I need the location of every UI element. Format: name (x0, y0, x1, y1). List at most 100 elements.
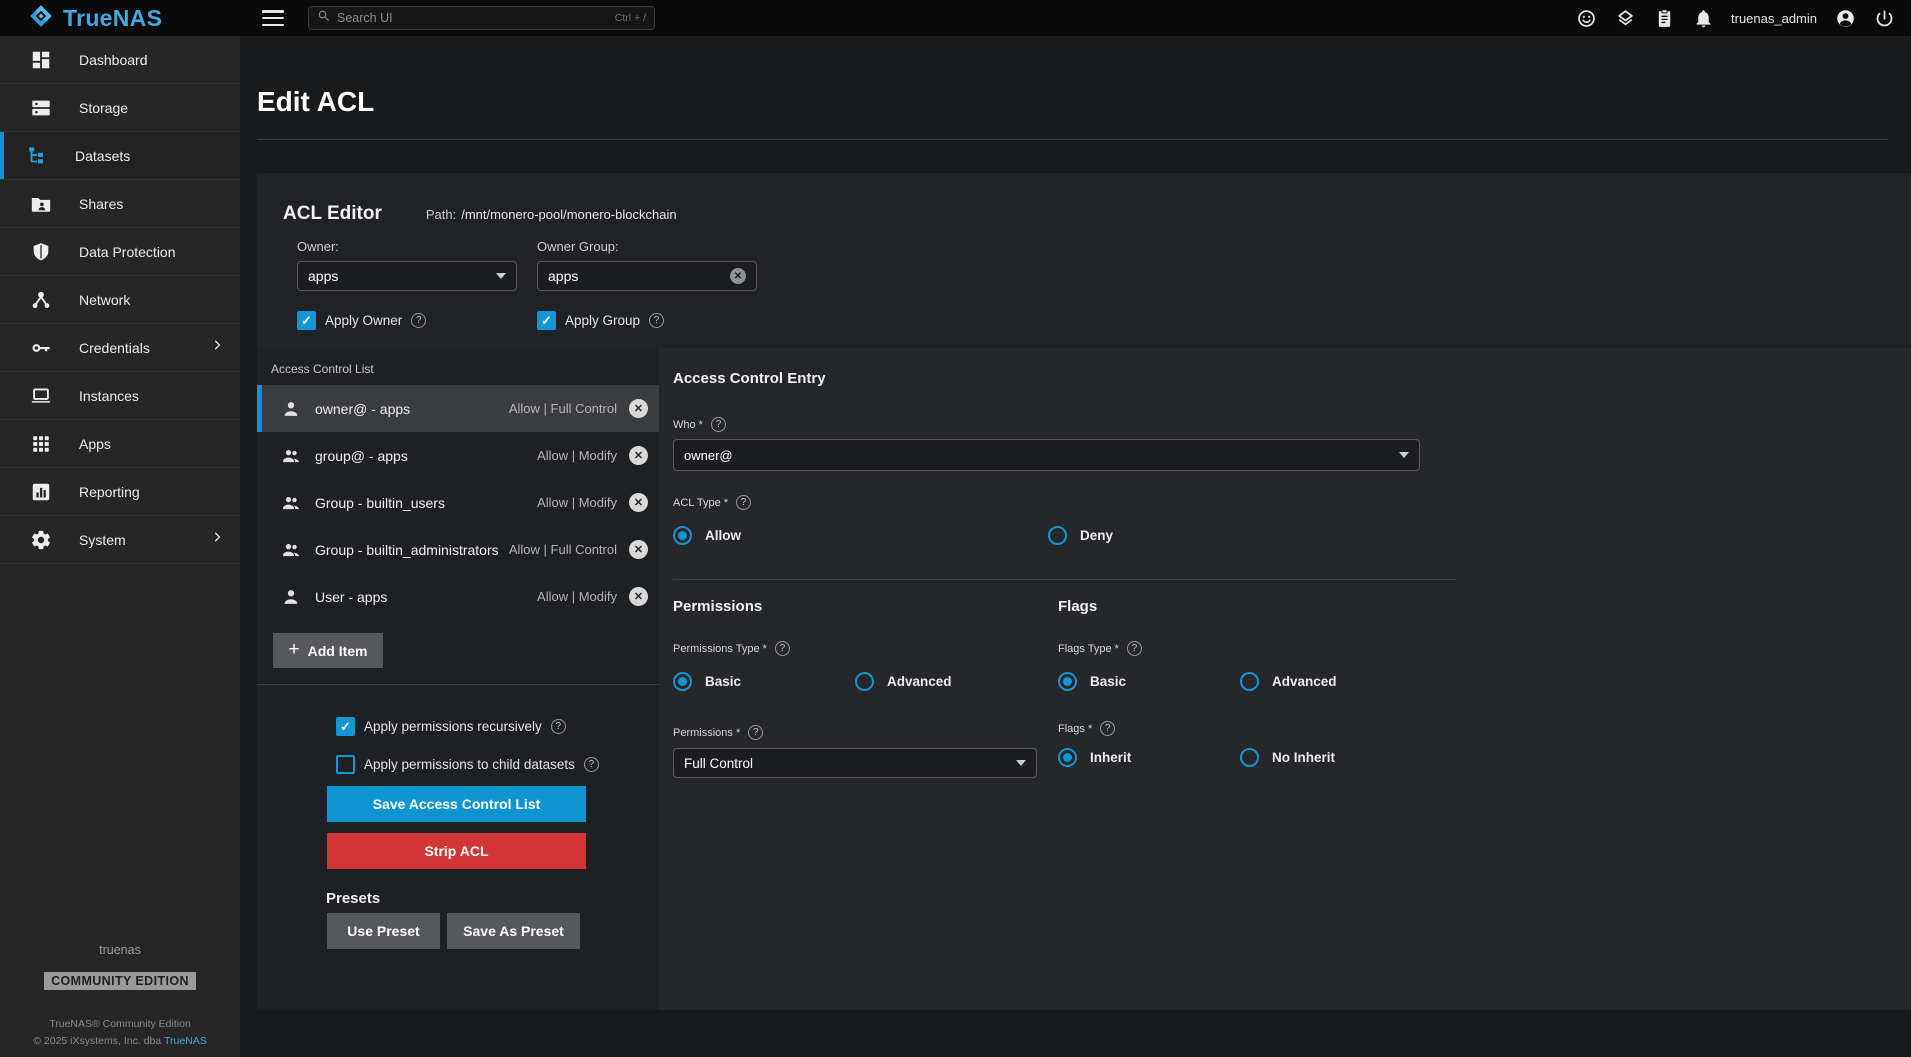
sidebar-item-reporting[interactable]: Reporting (0, 468, 240, 516)
sidebar-item-storage[interactable]: Storage (0, 84, 240, 132)
dashboard-icon (30, 49, 52, 71)
acl-entry-permission: Allow | Modify (537, 495, 617, 510)
acl-entry-row[interactable]: owner@ - appsAllow | Full Control✕ (257, 385, 659, 432)
remove-entry-icon[interactable]: ✕ (629, 446, 648, 465)
sidebar: Dashboard Storage DatasetsSharesData Prote… (0, 36, 240, 1057)
flags-type-radio-group: BasicAdvanced (1058, 672, 1456, 691)
acl-entry-row[interactable]: group@ - apps Allow | Modify ✕ (257, 432, 659, 479)
radio-icon[interactable] (1058, 748, 1077, 767)
data-protection-icon (30, 241, 52, 263)
apply-owner-checkbox[interactable]: ✓ (297, 311, 316, 330)
user-avatar-icon[interactable] (1834, 7, 1856, 29)
radio-icon[interactable] (1240, 748, 1259, 767)
help-icon[interactable]: ? (649, 313, 664, 328)
acl-type-radio-group: AllowDeny (673, 526, 1456, 545)
help-icon[interactable]: ? (1100, 721, 1115, 736)
help-icon[interactable]: ? (711, 417, 726, 432)
sidebar-item-credentials[interactable]: Credentials (0, 324, 240, 372)
help-icon[interactable]: ? (1127, 641, 1142, 656)
acl-entry-row[interactable]: User - appsAllow | Modify✕ (257, 573, 659, 620)
plus-icon: + (289, 639, 300, 661)
permissions-label: Permissions * ? (673, 725, 1048, 740)
sidebar-item-label: Instances (79, 388, 139, 404)
owner-select[interactable]: apps (297, 261, 517, 291)
radio-option-no-inherit[interactable]: No Inherit (1240, 748, 1456, 767)
sidebar-item-network[interactable]: Network (0, 276, 240, 324)
help-icon[interactable]: ? (584, 757, 599, 772)
radio-option-advanced[interactable]: Advanced (855, 672, 1048, 691)
acl-entry-row[interactable]: Group - builtin_users Allow | Modify ✕ (257, 479, 659, 526)
permissions-type-label: Permissions Type * ? (673, 641, 1048, 656)
help-icon[interactable]: ? (775, 641, 790, 656)
global-search[interactable]: Ctrl + / (308, 6, 655, 30)
sidebar-item-shares[interactable]: Shares (0, 180, 240, 228)
acl-entry-who: group@ - apps (315, 448, 408, 464)
feedback-smiley-icon[interactable] (1575, 7, 1597, 29)
chevron-right-icon (210, 530, 224, 549)
sidebar-item-label: Storage (79, 100, 128, 116)
save-as-preset-button[interactable]: Save As Preset (447, 913, 580, 949)
acl-entry-who: Group - builtin_users (315, 495, 445, 511)
radio-option-advanced[interactable]: Advanced (1240, 672, 1456, 691)
help-icon[interactable]: ? (748, 725, 763, 740)
flags-section: Flags Flags Type * ? BasicAdvanced Flags… (1048, 580, 1456, 778)
radio-option-inherit[interactable]: Inherit (1058, 748, 1240, 767)
radio-option-basic[interactable]: Basic (673, 672, 855, 691)
topbar: TrueNAS Ctrl + / truenas_admin (0, 0, 1911, 36)
person-icon (281, 587, 301, 607)
radio-option-allow[interactable]: Allow (673, 526, 1048, 545)
sidebar-item-dashboard[interactable]: Dashboard (0, 36, 240, 84)
sidebar-item-instances[interactable]: Instances (0, 372, 240, 420)
apply-group-checkbox[interactable]: ✓ (537, 311, 556, 330)
radio-icon[interactable] (673, 526, 692, 545)
power-icon[interactable] (1873, 7, 1895, 29)
apply-recursive-checkbox[interactable]: ✓ (336, 717, 355, 736)
radio-icon[interactable] (673, 672, 692, 691)
add-item-button[interactable]: + Add Item (273, 633, 383, 668)
alerts-bell-icon[interactable] (1692, 7, 1714, 29)
search-icon (317, 9, 331, 28)
flags-title: Flags (1058, 598, 1456, 615)
chevron-down-icon (1399, 452, 1409, 458)
radio-option-basic[interactable]: Basic (1058, 672, 1240, 691)
apply-child-checkbox[interactable]: ✓ (336, 755, 355, 774)
apply-child-label: Apply permissions to child datasets (364, 757, 575, 772)
save-acl-button[interactable]: Save Access Control List (327, 786, 586, 822)
radio-icon[interactable] (1058, 672, 1077, 691)
sidebar-toggle-hamburger-icon[interactable] (262, 10, 284, 26)
truenas-logo[interactable]: TrueNAS (0, 3, 240, 34)
sidebar-item-label: Reporting (79, 484, 140, 500)
system-icon (30, 529, 52, 551)
radio-icon[interactable] (1240, 672, 1259, 691)
remove-entry-icon[interactable]: ✕ (629, 540, 648, 559)
help-icon[interactable]: ? (411, 313, 426, 328)
acl-entry-permission: Allow | Modify (537, 448, 617, 463)
permissions-select[interactable]: Full Control (673, 748, 1037, 778)
strip-acl-button[interactable]: Strip ACL (327, 833, 586, 869)
acl-entry-row[interactable]: Group - builtin_administratorsAllow | Fu… (257, 526, 659, 573)
sidebar-item-data-protection[interactable]: Data Protection (0, 228, 240, 276)
remove-entry-icon[interactable]: ✕ (629, 493, 648, 512)
owner-group-input[interactable]: apps ✕ (537, 261, 757, 291)
use-preset-button[interactable]: Use Preset (327, 913, 440, 949)
remove-entry-icon[interactable]: ✕ (629, 587, 648, 606)
sidebar-item-system[interactable]: System (0, 516, 240, 564)
radio-icon[interactable] (1048, 526, 1067, 545)
clear-icon[interactable]: ✕ (730, 268, 746, 284)
acl-entry-who: Group - builtin_administrators (315, 542, 499, 558)
acl-entry-permission: Allow | Modify (537, 589, 617, 604)
truecommand-layers-icon[interactable] (1614, 7, 1636, 29)
chevron-right-icon (210, 338, 224, 357)
help-icon[interactable]: ? (551, 719, 566, 734)
sidebar-item-apps[interactable]: Apps (0, 420, 240, 468)
jobs-clipboard-icon[interactable] (1653, 7, 1675, 29)
search-input[interactable] (337, 11, 609, 25)
help-icon[interactable]: ? (736, 495, 751, 510)
radio-option-deny[interactable]: Deny (1048, 526, 1456, 545)
truenas-footer-link[interactable]: TrueNAS (164, 1035, 207, 1047)
who-select[interactable]: owner@ (673, 439, 1420, 471)
footer-copyright: © 2025 iXsystems, Inc. dba TrueNAS (0, 1033, 240, 1049)
remove-entry-icon[interactable]: ✕ (629, 399, 648, 418)
sidebar-item-datasets[interactable]: Datasets (0, 132, 240, 180)
radio-icon[interactable] (855, 672, 874, 691)
